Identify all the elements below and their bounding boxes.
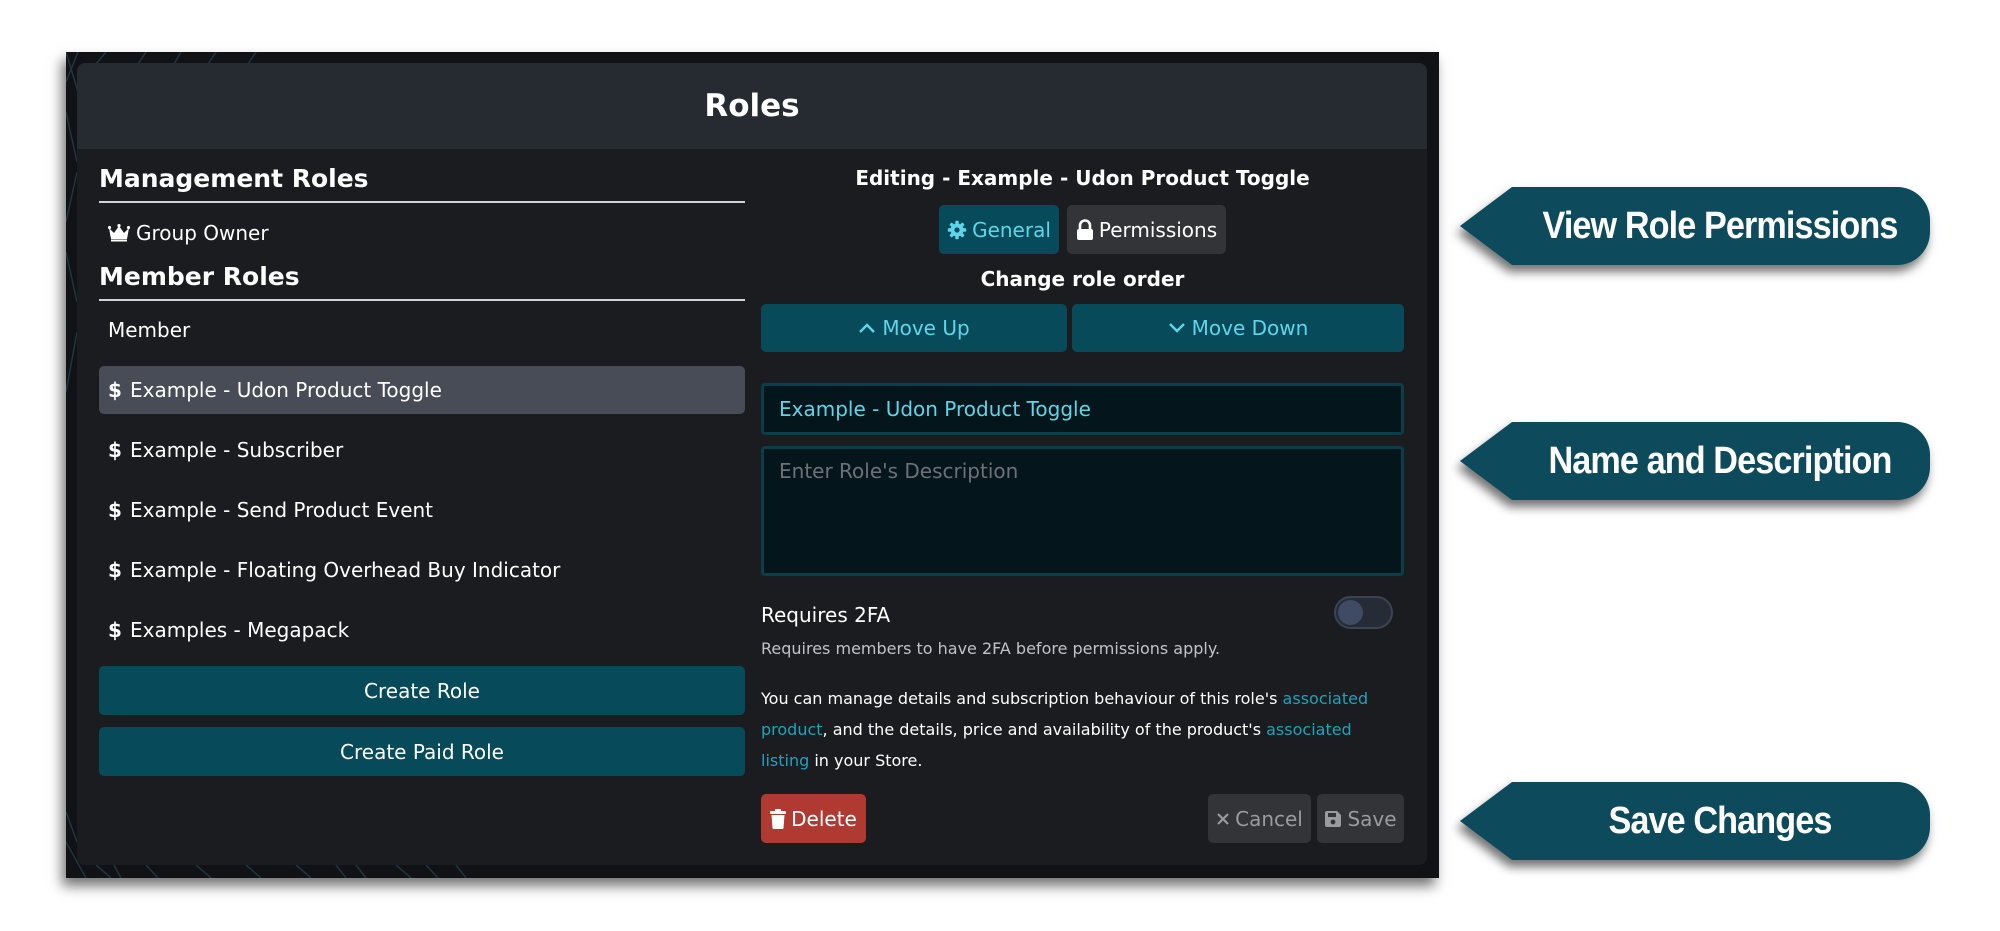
close-icon xyxy=(1217,812,1229,825)
cancel-label: Cancel xyxy=(1235,806,1303,831)
editing-title: Editing - Example - Udon Product Toggle xyxy=(855,166,1310,190)
change-role-order-heading: Change role order xyxy=(980,267,1185,291)
info-text-3: in your Store. xyxy=(809,751,923,770)
move-up-label: Move Up xyxy=(882,316,970,340)
role-label: Example - Send Product Event xyxy=(130,498,434,522)
callout-label: View Role Permissions xyxy=(1542,204,1899,247)
gear-icon xyxy=(947,220,967,239)
info-text-2: , and the details, price and availabilit… xyxy=(822,720,1267,739)
tab-general[interactable]: General xyxy=(939,205,1059,254)
delete-button[interactable]: Delete xyxy=(761,794,866,843)
crown-icon xyxy=(108,224,130,242)
move-down-button[interactable]: Move Down xyxy=(1072,304,1404,352)
dollar-icon: $ xyxy=(108,618,122,642)
product-info-text: You can manage details and subscription … xyxy=(761,683,1404,776)
floppy-disk-icon xyxy=(1325,810,1342,827)
role-item-group-owner[interactable]: Group Owner xyxy=(99,209,745,257)
cancel-button[interactable]: Cancel xyxy=(1208,794,1311,843)
dollar-icon: $ xyxy=(108,558,122,582)
role-item-subscriber[interactable]: $ Example - Subscriber xyxy=(99,426,745,474)
create-role-button[interactable]: Create Role xyxy=(99,666,745,715)
role-name-input[interactable] xyxy=(761,383,1404,435)
chevron-down-icon xyxy=(1168,323,1185,333)
dollar-icon: $ xyxy=(108,498,122,522)
roles-panel: Roles Management Roles Group Owner Membe… xyxy=(77,63,1427,865)
callout-label: Save Changes xyxy=(1608,799,1832,842)
toggle-knob xyxy=(1338,600,1363,625)
tab-permissions[interactable]: Permissions xyxy=(1067,205,1226,254)
role-label: Group Owner xyxy=(136,221,269,245)
callout-name-and-description: Name and Description xyxy=(1460,422,1930,500)
save-button[interactable]: Save xyxy=(1317,794,1404,843)
member-roles-heading: Member Roles xyxy=(99,261,745,301)
requires-2fa-help: Requires members to have 2FA before perm… xyxy=(761,639,1221,658)
role-label: Example - Udon Product Toggle xyxy=(130,378,442,402)
role-label: Member xyxy=(108,318,191,342)
requires-2fa-label: Requires 2FA xyxy=(761,603,891,627)
callout-save-changes: Save Changes xyxy=(1460,782,1930,860)
page-title: Roles xyxy=(704,88,800,124)
move-down-label: Move Down xyxy=(1191,316,1309,340)
save-label: Save xyxy=(1347,806,1397,831)
management-roles-heading: Management Roles xyxy=(99,163,745,203)
role-item-floating-overhead-buy-indicator[interactable]: $ Example - Floating Overhead Buy Indica… xyxy=(99,546,745,594)
role-item-udon-product-toggle[interactable]: $ Example - Udon Product Toggle xyxy=(99,366,745,414)
role-label: Examples - Megapack xyxy=(130,618,350,642)
role-item-megapack[interactable]: $ Examples - Megapack xyxy=(99,606,745,654)
role-item-send-product-event[interactable]: $ Example - Send Product Event xyxy=(99,486,745,534)
role-description-input[interactable] xyxy=(761,446,1404,576)
trash-icon xyxy=(770,808,787,829)
tab-label: General xyxy=(972,217,1051,242)
delete-label: Delete xyxy=(791,806,857,831)
role-label: Example - Subscriber xyxy=(130,438,344,462)
requires-2fa-toggle[interactable] xyxy=(1334,596,1393,629)
callout-view-role-permissions: View Role Permissions xyxy=(1460,187,1930,265)
move-up-button[interactable]: Move Up xyxy=(761,304,1067,352)
role-item-member[interactable]: Member xyxy=(99,306,745,354)
roles-window: Roles Management Roles Group Owner Membe… xyxy=(66,52,1439,878)
info-text-1: You can manage details and subscription … xyxy=(761,689,1283,708)
chevron-up-icon xyxy=(859,323,876,333)
callout-label: Name and Description xyxy=(1548,439,1892,482)
role-label: Example - Floating Overhead Buy Indicato… xyxy=(130,558,561,582)
create-paid-role-button[interactable]: Create Paid Role xyxy=(99,727,745,776)
dollar-icon: $ xyxy=(108,378,122,402)
lock-icon xyxy=(1076,218,1093,240)
panel-header: Roles xyxy=(77,63,1427,149)
tab-label: Permissions xyxy=(1098,217,1218,242)
dollar-icon: $ xyxy=(108,438,122,462)
